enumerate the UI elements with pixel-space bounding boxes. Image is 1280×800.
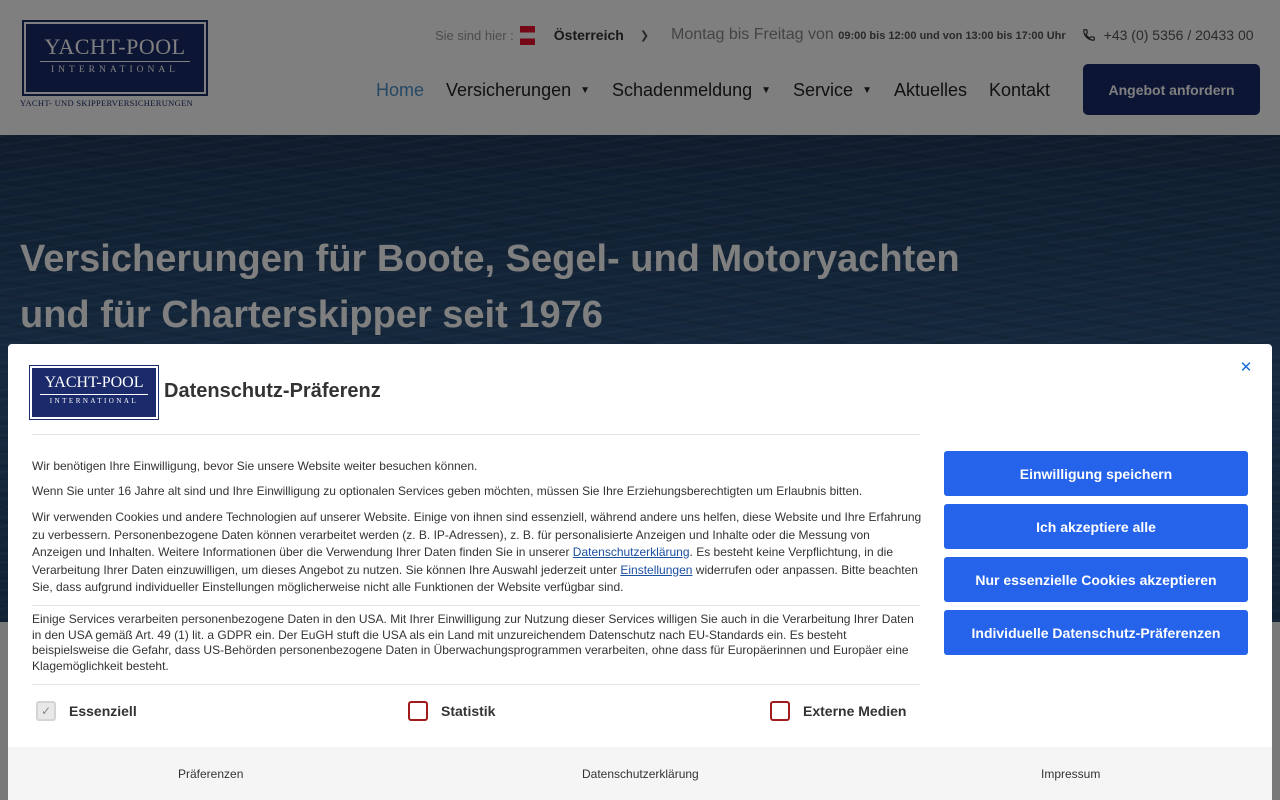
individual-preferences-button[interactable]: Individuelle Datenschutz-Präferenzen (944, 610, 1248, 655)
checkbox-externe-medien-box[interactable] (770, 701, 790, 721)
divider (32, 684, 920, 685)
divider (32, 434, 920, 435)
close-icon[interactable]: ✕ (1238, 360, 1254, 376)
footer-privacy-link[interactable]: Datenschutzerklärung (582, 767, 699, 781)
settings-link[interactable]: Einstellungen (620, 563, 692, 577)
cookie-usage-text: Wir verwenden Cookies und andere Technol… (32, 509, 922, 597)
us-data-notice-text: Einige Services verarbeiten personenbezo… (32, 612, 914, 673)
dialog-logo-sub: INTERNATIONAL (40, 394, 148, 407)
save-consent-button[interactable]: Einwilligung speichern (944, 451, 1248, 496)
checkbox-essenziell[interactable]: ✓ Essenziell (36, 701, 137, 721)
privacy-preference-dialog: ✕ YACHT-POOL INTERNATIONAL Datenschutz-P… (8, 344, 1272, 800)
dialog-title: Datenschutz-Präferenz (164, 380, 381, 402)
dialog-footer: Präferenzen Datenschutzerklärung Impress… (8, 747, 1272, 800)
footer-preferences-link[interactable]: Präferenzen (178, 767, 243, 781)
consent-categories: ✓ Essenziell Statistik Externe Medien (32, 701, 922, 723)
divider (32, 605, 920, 606)
checkbox-label: Essenziell (69, 703, 137, 719)
consent-intro-text: Wir benötigen Ihre Einwilligung, bevor S… (32, 459, 478, 473)
footer-imprint-link[interactable]: Impressum (1041, 767, 1100, 781)
checkbox-statistik-box[interactable] (408, 701, 428, 721)
checkbox-statistik[interactable]: Statistik (408, 701, 495, 721)
accept-all-button[interactable]: Ich akzeptiere alle (944, 504, 1248, 549)
privacy-policy-link[interactable]: Datenschutzerklärung (573, 545, 690, 559)
checkbox-label: Externe Medien (803, 703, 907, 719)
dialog-logo: YACHT-POOL INTERNATIONAL (29, 365, 159, 420)
checkbox-externe-medien[interactable]: Externe Medien (770, 701, 906, 721)
essential-only-button[interactable]: Nur essenzielle Cookies akzeptieren (944, 557, 1248, 602)
dialog-logo-main: YACHT-POOL (44, 374, 144, 391)
checkbox-label: Statistik (441, 703, 496, 719)
checkbox-essenziell-box[interactable]: ✓ (36, 701, 56, 721)
age-notice-text: Wenn Sie unter 16 Jahre alt sind und Ihr… (32, 484, 863, 498)
